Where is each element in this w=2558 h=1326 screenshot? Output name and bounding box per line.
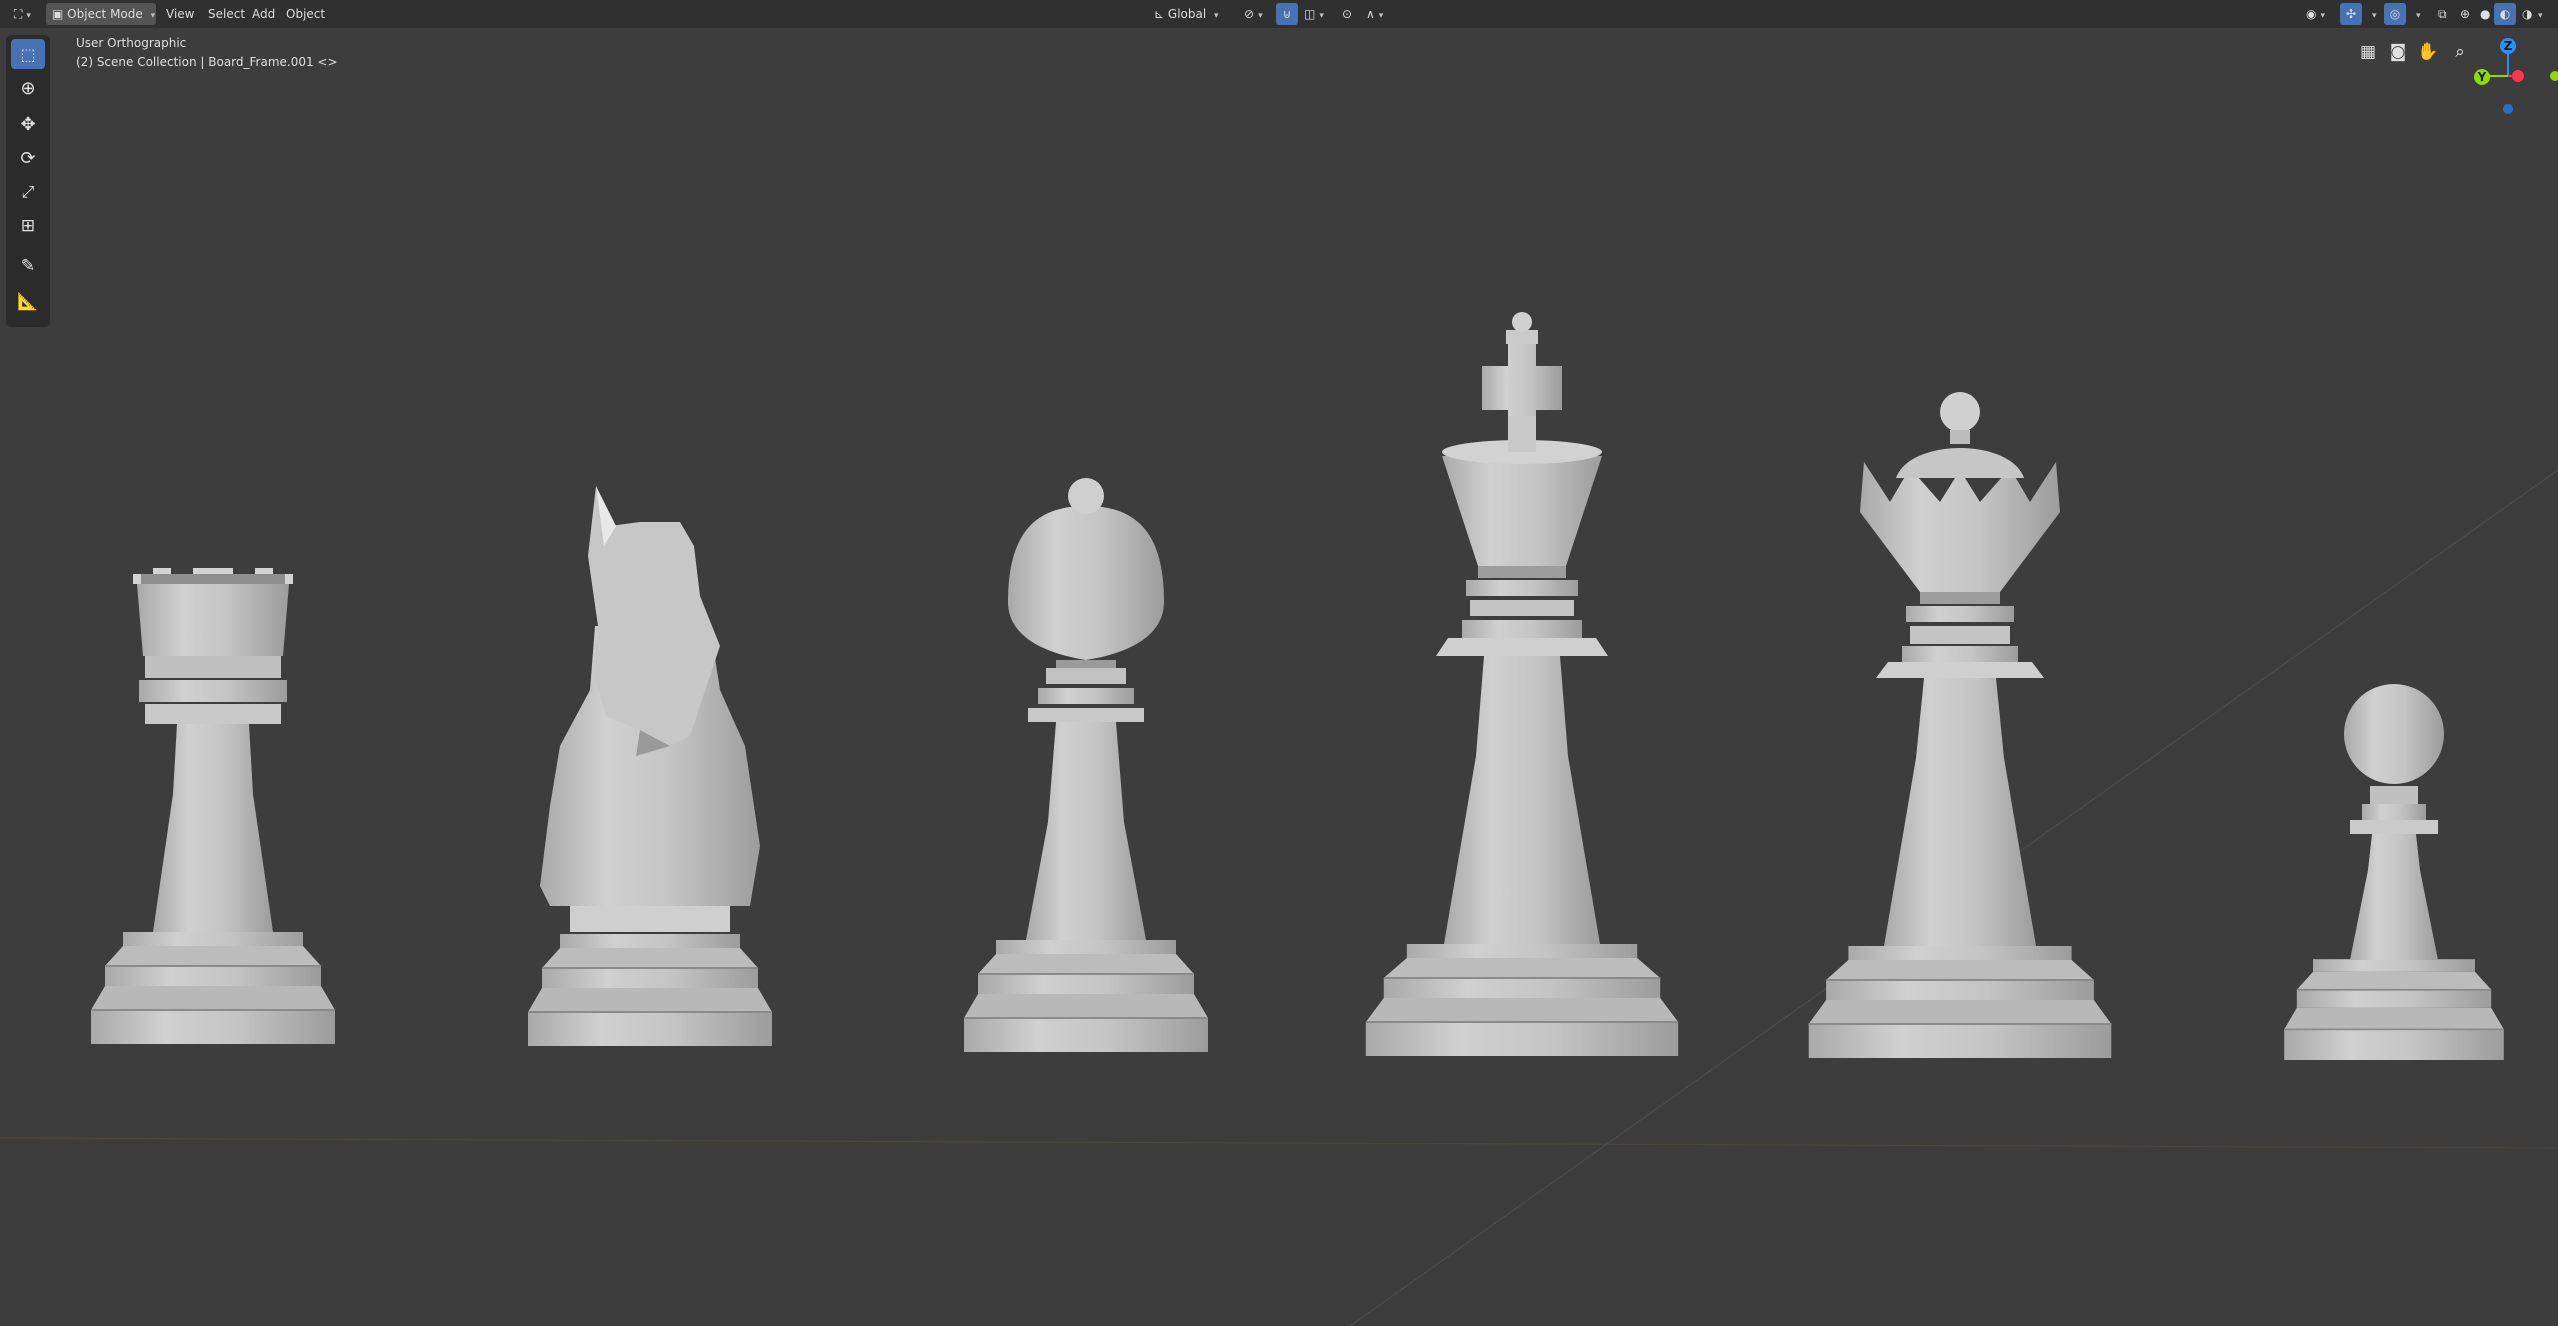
xray-toggle[interactable]: ⧉	[2432, 3, 2453, 25]
magnet-icon: ⊍	[1282, 7, 1292, 21]
chevron-down-icon: ▾	[2416, 11, 2421, 21]
snap-toggle[interactable]: ⊍	[1276, 3, 1298, 25]
rook-piece[interactable]	[90, 568, 336, 1045]
chess-scene	[0, 312, 2558, 1326]
overlays-toggle[interactable]: ◎	[2384, 3, 2406, 25]
menu-add[interactable]: Add	[246, 3, 281, 25]
proportional-edit-button[interactable]: ⊙	[1336, 3, 1358, 25]
cursor-icon: ⊕	[20, 77, 36, 99]
annotate-tool[interactable]: ✎	[11, 251, 45, 281]
editor-type-icon: ⛶	[14, 7, 23, 21]
rendered-sphere-icon: ◑	[2522, 7, 2533, 21]
select-box-icon: ⬚	[20, 44, 36, 64]
tool-shelf: ⬚ ⊕ ✥ ⟳ ⤢ ⊞ ✎ 📐	[6, 35, 50, 327]
overlays-dropdown[interactable]: ▾	[2406, 3, 2427, 25]
overlays-icon: ◎	[2389, 7, 2401, 21]
object-mode-icon: ▣	[52, 7, 64, 21]
menu-view[interactable]: View	[160, 3, 200, 25]
knight-piece[interactable]	[527, 486, 773, 1047]
gizmo-axes	[2486, 48, 2516, 77]
xray-icon: ⧉	[2438, 7, 2447, 21]
move-tool[interactable]: ✥	[11, 109, 45, 139]
rotate-tool[interactable]: ⟳	[11, 143, 45, 173]
chevron-down-icon: ▾	[26, 11, 31, 21]
chevron-down-icon: ▾	[150, 11, 156, 21]
grid-icon: ▦	[2359, 42, 2377, 62]
measure-tool[interactable]: 📐	[11, 287, 45, 317]
king-piece[interactable]	[1364, 312, 1680, 1058]
gizmo-x-axis[interactable]	[2512, 70, 2524, 82]
bishop-piece[interactable]	[963, 478, 1209, 1053]
pivot-point-button[interactable]: ⊘ ▾	[1238, 3, 1269, 25]
gizmo-y-axis[interactable]: Y	[2474, 69, 2490, 85]
snap-target-button[interactable]: ◫ ▾	[1298, 3, 1330, 25]
shading-dropdown[interactable]: ▾	[2536, 3, 2545, 25]
pivot-icon: ⊘	[1244, 7, 1255, 21]
pawn-piece[interactable]	[2283, 684, 2505, 1061]
view-name: User Orthographic	[76, 36, 187, 50]
falloff-button[interactable]: ∧ ▾	[1360, 3, 1389, 25]
eye-icon: ◉	[2306, 7, 2317, 21]
cursor-tool[interactable]: ⊕	[11, 73, 45, 103]
chevron-down-icon: ▾	[2320, 11, 2326, 21]
gizmo-icon: ✣	[2345, 7, 2357, 21]
chevron-down-icon: ▾	[1214, 11, 1219, 21]
select-box-tool[interactable]: ⬚	[11, 39, 45, 69]
gizmo-z-axis[interactable]: Z	[2500, 38, 2516, 54]
navigation-gizmo[interactable]: Z Y	[2436, 30, 2558, 120]
gizmo-neg-y-axis[interactable]	[2550, 71, 2558, 81]
toggle-camera-view-button[interactable]: ▦	[2354, 38, 2382, 66]
visibility-button[interactable]: ◉ ▾	[2300, 3, 2331, 25]
floor-line-x	[0, 1137, 2558, 1149]
menu-select[interactable]: Select	[202, 3, 251, 25]
proportional-edit-icon: ⊙	[1342, 7, 1353, 21]
chevron-down-icon: ▾	[1319, 11, 1324, 21]
gizmo-dropdown[interactable]: ▾	[2362, 3, 2383, 25]
shading-material[interactable]: ◐	[2494, 3, 2516, 25]
collection-info: (2) Scene Collection | Board_Frame.001 <…	[76, 55, 338, 69]
transform-tool[interactable]: ⊞	[11, 211, 45, 241]
orientation-label: Global	[1167, 7, 1207, 21]
mode-label: Object Mode	[67, 7, 143, 21]
material-sphere-icon: ◐	[2499, 7, 2511, 21]
chevron-down-icon: ▾	[1258, 11, 1263, 21]
solid-sphere-icon: ●	[2480, 7, 2491, 21]
queen-piece[interactable]	[1807, 392, 2113, 1060]
shading-wireframe[interactable]: ⊕	[2454, 3, 2476, 25]
gizmo-toggle[interactable]: ✣	[2340, 3, 2362, 25]
3d-viewport[interactable]: ⛶ ▾ ▣ Object Mode ▾ View Select Add Objec…	[0, 0, 2558, 1326]
mode-selector[interactable]: ▣ Object Mode ▾	[46, 3, 156, 25]
menu-object[interactable]: Object	[280, 3, 331, 25]
falloff-icon: ∧	[1366, 7, 1375, 21]
transform-icon: ⊞	[20, 216, 36, 236]
viewport-header: ⛶ ▾ ▣ Object Mode ▾ View Select Add Objec…	[0, 0, 2558, 28]
scale-icon: ⤢	[21, 182, 35, 201]
chevron-down-icon: ▾	[2538, 11, 2543, 21]
snap-target-icon: ◫	[1304, 7, 1316, 21]
pencil-icon: ✎	[20, 256, 36, 276]
chevron-down-icon: ▾	[1378, 11, 1384, 21]
scale-tool[interactable]: ⤢	[11, 177, 45, 207]
chevron-down-icon: ▾	[2372, 11, 2377, 21]
camera-button[interactable]: ◙	[2384, 38, 2412, 66]
wireframe-icon: ⊕	[2460, 7, 2471, 21]
gizmo-neg-z-axis[interactable]	[2503, 104, 2513, 114]
orientation-icon: ⊾	[1154, 7, 1165, 21]
transform-orientation-dropdown[interactable]: ⊾ Global ▾	[1148, 3, 1234, 25]
camera-icon: ◙	[2389, 42, 2407, 62]
editor-type-button[interactable]: ⛶ ▾	[8, 3, 37, 25]
ruler-icon: 📐	[17, 292, 39, 312]
move-icon: ✥	[20, 113, 36, 135]
rotate-icon: ⟳	[20, 147, 36, 169]
